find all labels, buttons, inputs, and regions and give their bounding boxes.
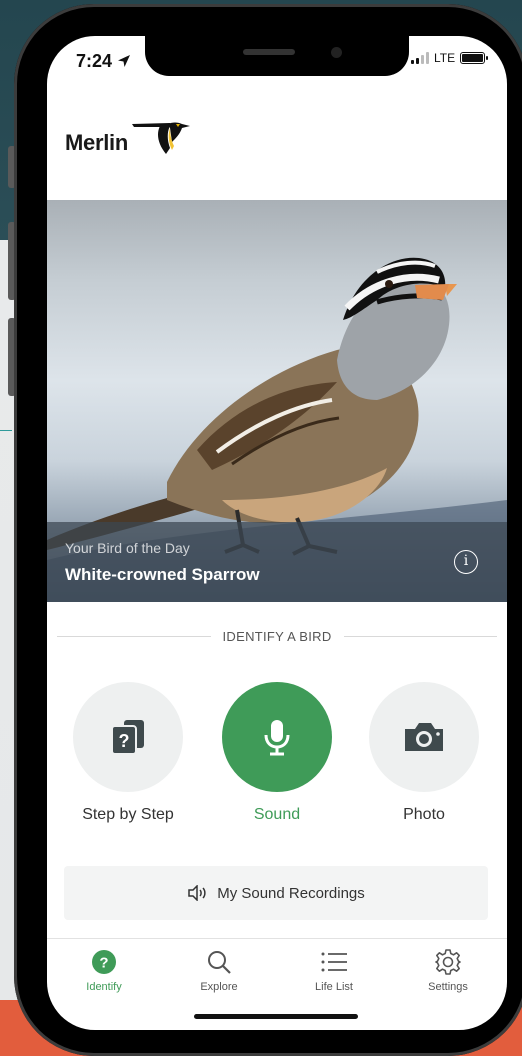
photo-id-label: Photo <box>403 806 445 823</box>
tab-life-list-label: Life List <box>315 981 353 993</box>
home-indicator[interactable] <box>194 1014 358 1019</box>
camera-icon <box>405 723 443 751</box>
photo-id-button[interactable]: Photo <box>349 682 499 824</box>
status-time: 7:24 <box>76 51 131 72</box>
photo-id-circle[interactable] <box>369 682 479 792</box>
question-icon: ? <box>92 950 116 974</box>
question-cards-icon: ? <box>111 720 144 755</box>
heading-divider-left <box>57 635 211 637</box>
svg-text:?: ? <box>99 955 108 972</box>
tab-identify[interactable]: ? Identify <box>59 947 149 993</box>
merlin-bird-logo-icon <box>132 122 190 154</box>
microphone-icon <box>264 720 290 756</box>
step-by-step-circle[interactable]: ? <box>73 682 183 792</box>
phone-notch <box>145 36 409 76</box>
svg-text:?: ? <box>119 731 130 751</box>
earpiece-speaker <box>243 49 295 55</box>
step-by-step-button[interactable]: ? Step by Step <box>53 682 203 824</box>
status-time-text: 7:24 <box>76 51 113 71</box>
background-accent-line <box>0 430 12 431</box>
my-sound-recordings-label: My Sound Recordings <box>217 884 365 902</box>
info-icon[interactable]: i <box>454 550 478 574</box>
status-indicators: LTE <box>411 51 489 65</box>
signal-strength-icon <box>411 52 429 64</box>
gear-icon <box>435 949 461 975</box>
list-icon <box>321 952 347 972</box>
tab-settings[interactable]: Settings <box>403 947 493 993</box>
tab-life-list[interactable]: Life List <box>289 947 379 993</box>
bird-of-day-subtitle: Your Bird of the Day <box>65 540 190 556</box>
bird-of-day-name[interactable]: White-crowned Sparrow <box>65 565 260 585</box>
heading-divider-right <box>343 635 498 637</box>
tab-explore[interactable]: Explore <box>174 947 264 993</box>
tab-identify-label: Identify <box>86 981 122 993</box>
location-arrow-icon <box>118 55 131 67</box>
step-by-step-label: Step by Step <box>82 806 174 823</box>
app-screen: 7:24 LTE Merlin Your Bird of the Day Whi… <box>47 36 507 1030</box>
logo-text: Merlin <box>65 130 128 155</box>
my-sound-recordings-button[interactable]: My Sound Recordings <box>64 866 488 920</box>
battery-icon <box>460 52 489 64</box>
speaker-icon <box>188 885 206 901</box>
sound-id-label: Sound <box>253 806 301 823</box>
identify-heading-text: IDENTIFY A BIRD <box>222 628 332 644</box>
bottom-tab-bar: ? Identify Explore Life List Settings <box>47 938 507 1000</box>
tab-explore-label: Explore <box>200 981 238 993</box>
network-type: LTE <box>434 51 456 65</box>
sound-id-button[interactable]: Sound <box>202 682 352 824</box>
merlin-logo: Merlin <box>65 122 192 158</box>
identify-section-heading: IDENTIFY A BIRD <box>57 626 498 646</box>
sound-id-circle[interactable] <box>222 682 332 792</box>
tab-settings-label: Settings <box>428 981 468 993</box>
bird-of-day-caption-bar <box>47 522 507 602</box>
search-icon <box>208 951 231 974</box>
front-camera <box>331 47 342 58</box>
